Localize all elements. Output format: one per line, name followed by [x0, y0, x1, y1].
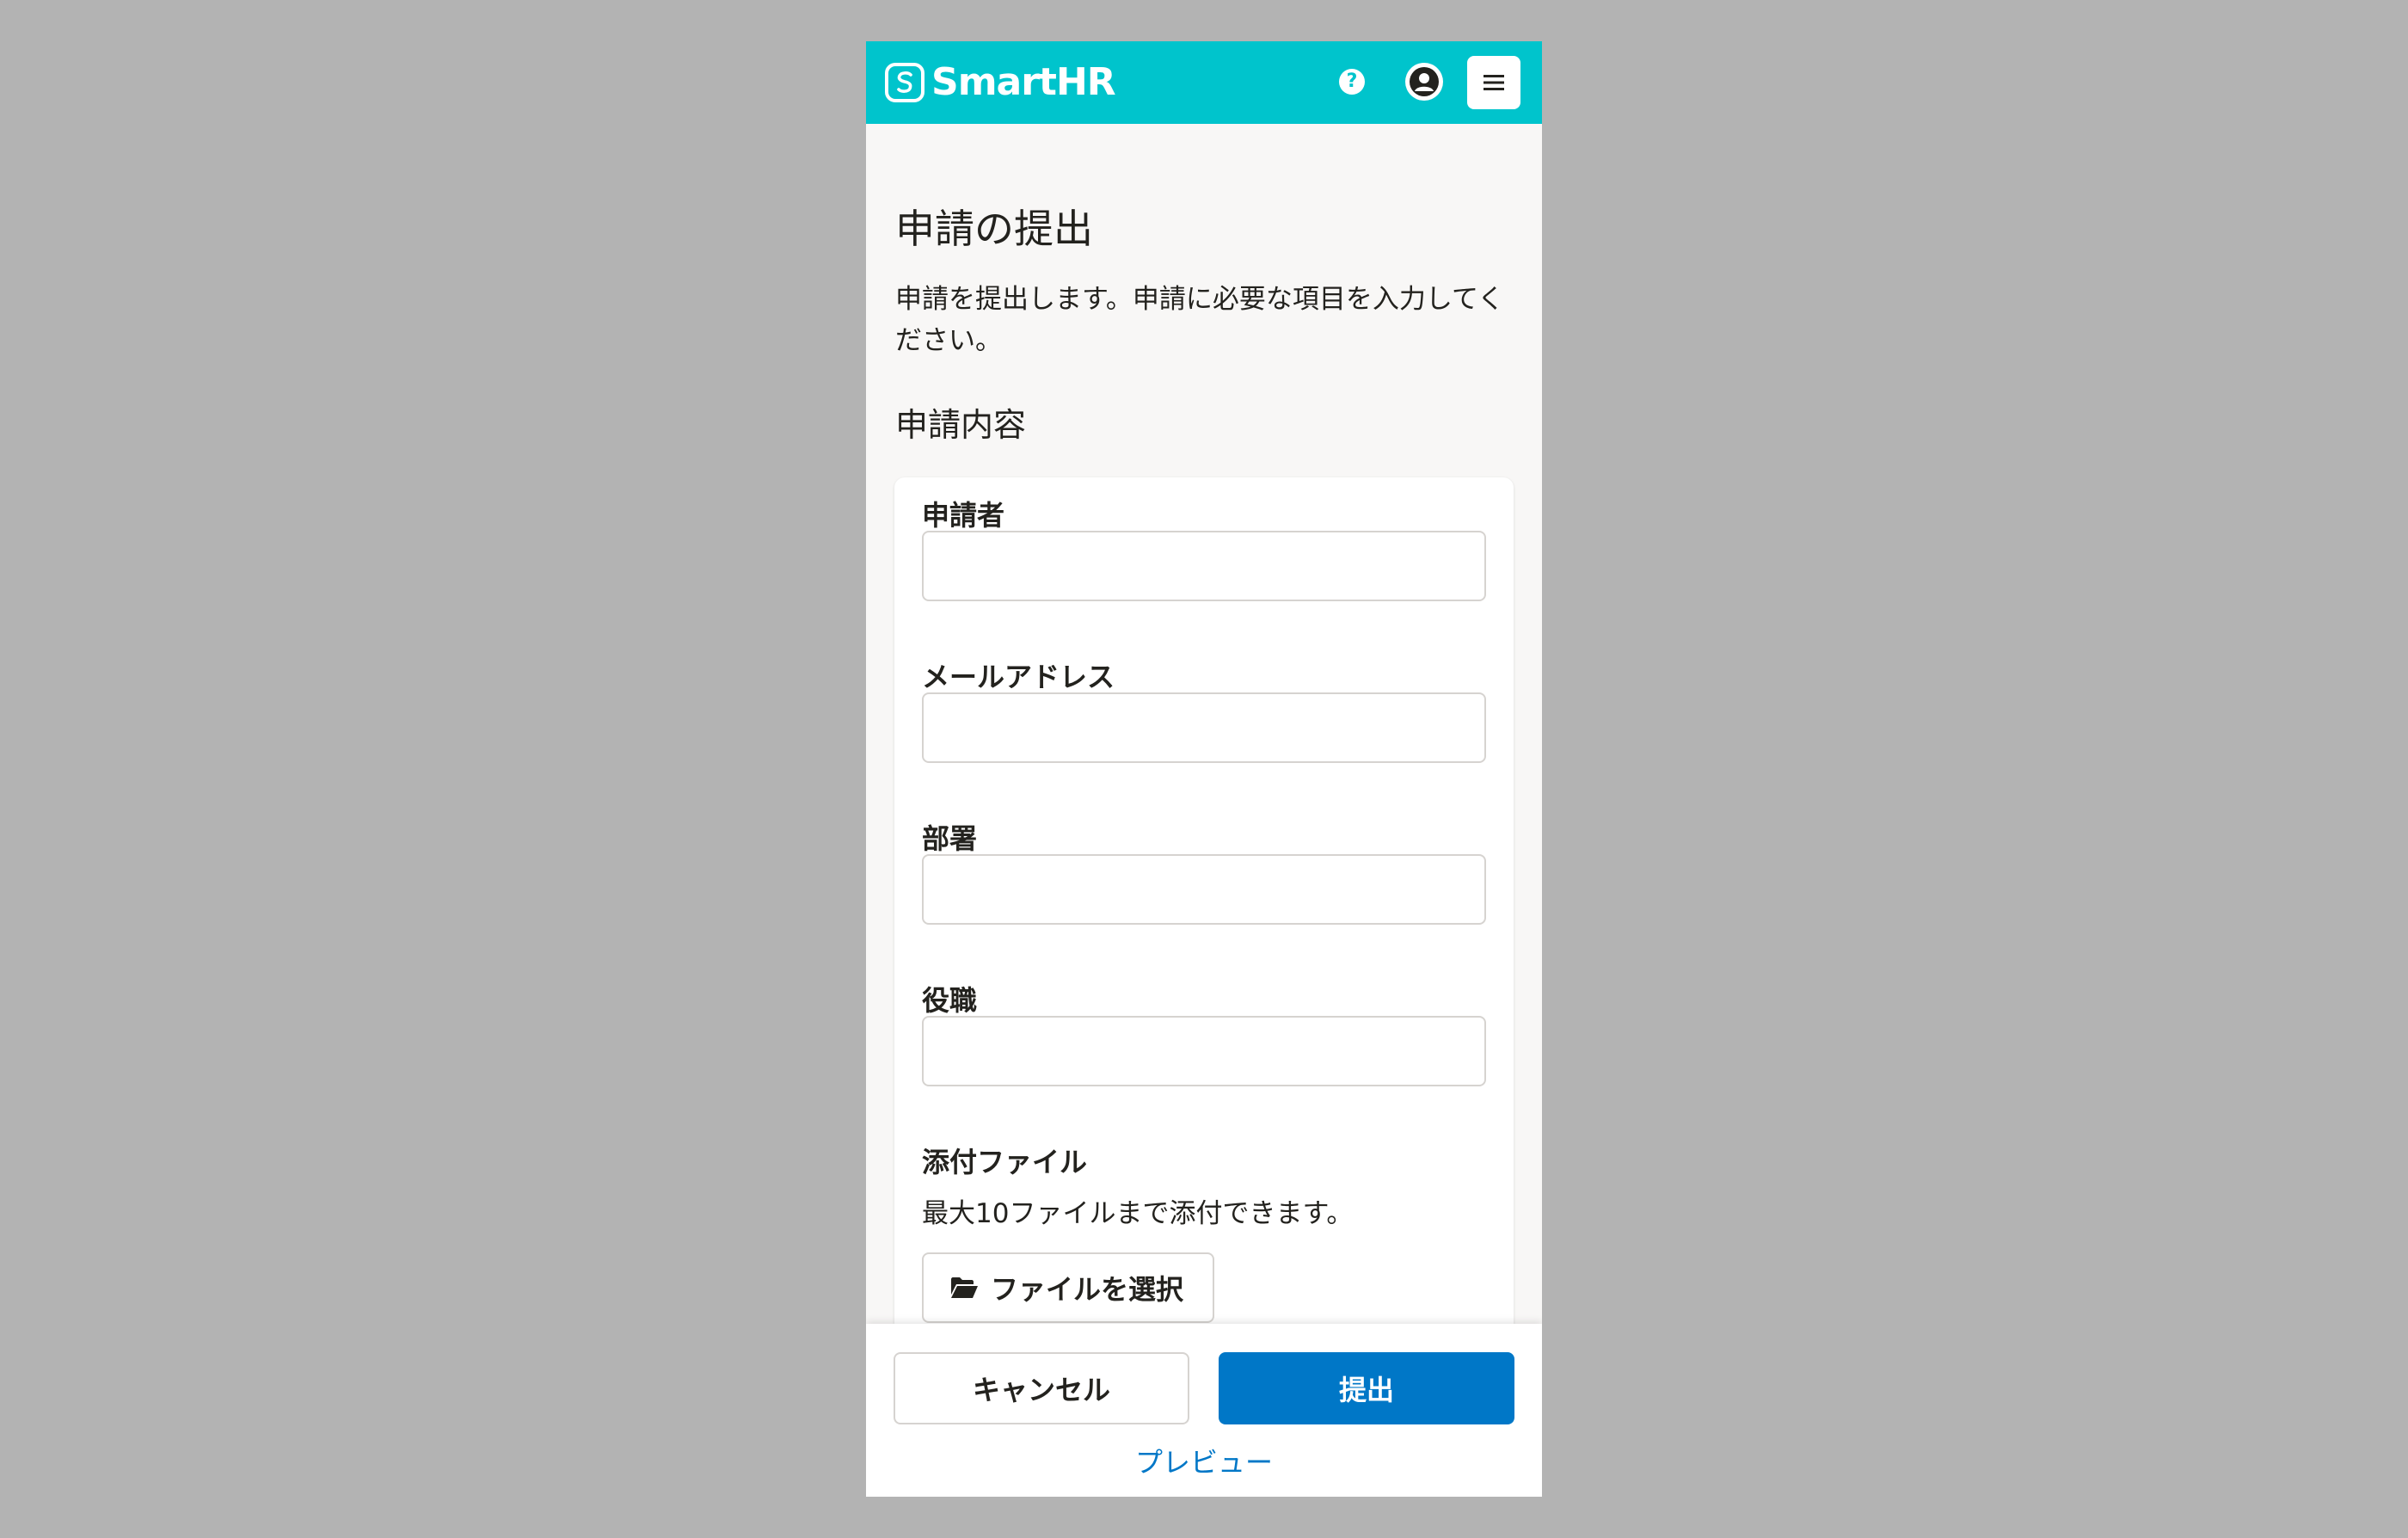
- cancel-button[interactable]: キャンセル: [894, 1352, 1189, 1424]
- preview-link[interactable]: プレビュー: [866, 1445, 1542, 1480]
- help-button[interactable]: ?: [1339, 69, 1365, 95]
- smarthr-logo-icon: [885, 63, 924, 102]
- attachment-label: 添付ファイル: [922, 1146, 1088, 1178]
- page-title: 申請の提出: [895, 206, 1093, 252]
- applicant-input[interactable]: [922, 531, 1486, 601]
- select-file-button-label: ファイルを選択: [991, 1273, 1184, 1306]
- folder-open-icon: [951, 1277, 978, 1298]
- hamburger-menu-icon: [1484, 75, 1504, 90]
- smarthr-logo[interactable]: SmartHR: [885, 60, 1116, 105]
- select-file-button[interactable]: ファイルを選択: [922, 1252, 1214, 1323]
- page-content: 申請の提出 申請を提出します。申請に必要な項目を入力してください。 申請内容 申…: [866, 124, 1542, 1324]
- logo-text: SmartHR: [931, 60, 1116, 104]
- application-form-card: 申請者 メールアドレス 部署 役職 添付ファイル 最大10ファイルまで添付できま…: [894, 477, 1514, 1324]
- account-icon: [1410, 67, 1439, 96]
- email-label: メールアドレス: [922, 661, 1115, 693]
- department-input[interactable]: [922, 854, 1486, 925]
- app-header: SmartHR ?: [866, 41, 1542, 124]
- account-button[interactable]: [1405, 63, 1443, 101]
- section-title: 申請内容: [895, 406, 1027, 444]
- email-input[interactable]: [922, 692, 1486, 763]
- position-label: 役職: [922, 984, 978, 1017]
- department-label: 部署: [922, 822, 978, 855]
- submit-button[interactable]: 提出: [1219, 1352, 1514, 1424]
- action-footer: キャンセル 提出 プレビュー: [866, 1324, 1542, 1497]
- attachment-help-text: 最大10ファイルまで添付できます。: [922, 1198, 1354, 1229]
- applicant-label: 申請者: [922, 499, 1005, 532]
- help-icon: ?: [1346, 71, 1358, 92]
- hamburger-menu-button[interactable]: [1467, 56, 1520, 109]
- position-input[interactable]: [922, 1016, 1486, 1086]
- page-description: 申請を提出します。申請に必要な項目を入力してください。: [895, 284, 1505, 356]
- mobile-viewport: SmartHR ? 申請の提出 申請を提出します。申請に必要な項目を入力してくだ…: [866, 41, 1542, 1497]
